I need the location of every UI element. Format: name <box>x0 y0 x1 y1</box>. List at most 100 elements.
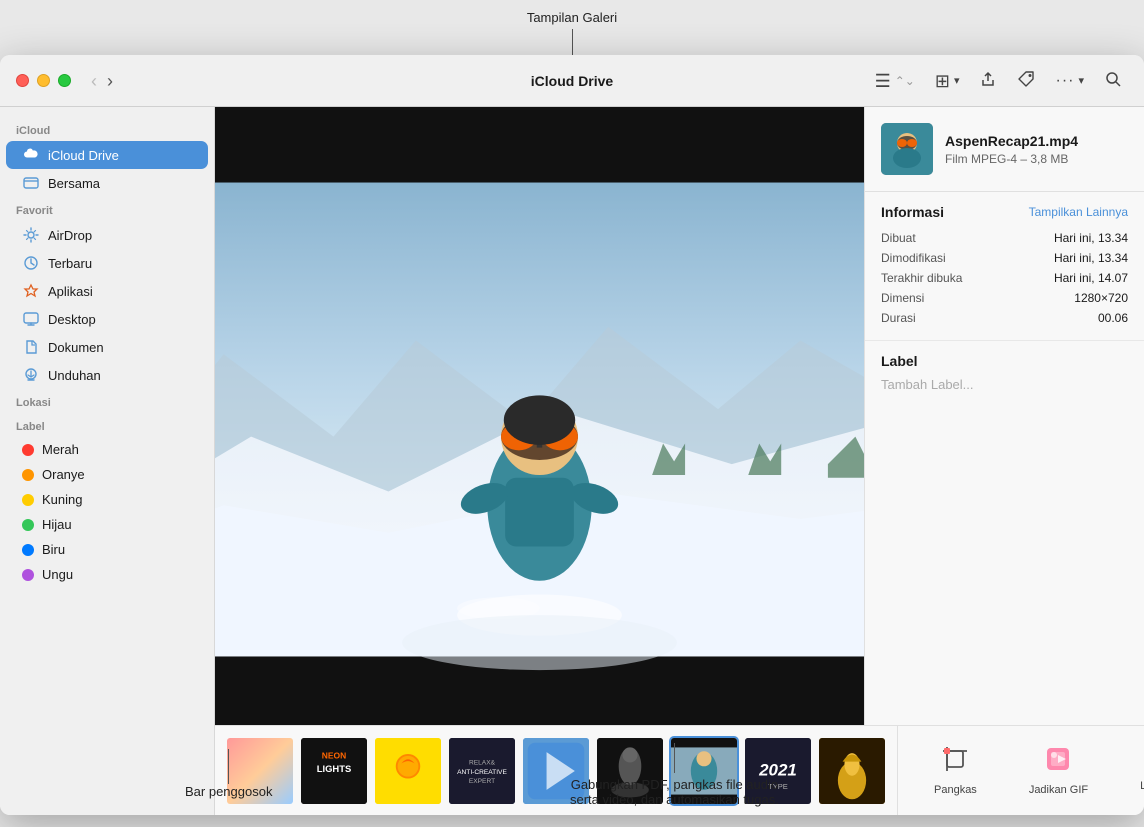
fullscreen-button[interactable] <box>58 74 71 87</box>
window-title: iCloud Drive <box>531 73 613 89</box>
thumb-1-inner <box>227 738 293 804</box>
sidebar-section-lokasi: Lokasi <box>0 389 214 413</box>
group-by-button[interactable]: ⊞ ▾ <box>929 68 966 94</box>
traffic-lights <box>16 74 71 87</box>
dibuat-value: Hari ini, 13.34 <box>1054 231 1128 245</box>
kuning-label: Kuning <box>42 492 82 507</box>
airdrop-icon <box>22 226 40 244</box>
info-row-terakhir-dibuka: Terakhir dibuka Hari ini, 14.07 <box>881 268 1128 288</box>
sidebar-item-oranye[interactable]: Oranye <box>6 462 208 487</box>
jadikan-gif-icon <box>1044 745 1072 779</box>
sidebar-item-ungu[interactable]: Ungu <box>6 562 208 587</box>
bersama-label: Bersama <box>48 176 100 191</box>
more-chevron-icon: ▾ <box>1078 74 1084 87</box>
sidebar-item-aplikasi[interactable]: Aplikasi <box>6 277 208 305</box>
sidebar-item-terbaru[interactable]: Terbaru <box>6 249 208 277</box>
pangkas-button[interactable]: Pangkas <box>918 737 993 804</box>
titlebar: ‹ › iCloud Drive ☰ ⌃⌄ ⊞ ▾ <box>0 55 1144 107</box>
dibuat-label: Dibuat <box>881 231 916 245</box>
file-name: AspenRecap21.mp4 <box>945 132 1078 150</box>
thumbnail-1[interactable] <box>225 736 295 806</box>
dokumen-icon <box>22 338 40 356</box>
tag-button[interactable] <box>1011 66 1041 95</box>
thumb-mini-scene <box>881 123 933 175</box>
dimodifikasi-value: Hari ini, 13.34 <box>1054 251 1128 265</box>
dimodifikasi-label: Dimodifikasi <box>881 251 946 265</box>
file-thumbnail <box>881 123 933 175</box>
share-button[interactable] <box>973 66 1003 95</box>
more-button[interactable]: ··· ▾ <box>1049 68 1090 94</box>
hijau-dot <box>22 519 34 531</box>
terakhir-dibuka-label: Terakhir dibuka <box>881 271 962 285</box>
tampilkan-lainnya-link[interactable]: Tampilkan Lainnya <box>1029 205 1128 219</box>
thumb-6-inner <box>597 738 663 804</box>
thumbnail-7[interactable] <box>669 736 739 806</box>
desktop-label: Desktop <box>48 312 96 327</box>
thumbnail-3[interactable] <box>373 736 443 806</box>
group-chevron-icon: ▾ <box>954 74 960 87</box>
dimensi-value: 1280×720 <box>1074 291 1128 305</box>
jadikan-gif-button[interactable]: Jadikan GIF <box>1013 737 1104 804</box>
thumbnail-2[interactable]: NEON LIGHTS <box>299 736 369 806</box>
info-section-header: Informasi Tampilkan Lainnya <box>881 204 1128 220</box>
thumb-3-inner <box>375 738 441 804</box>
info-section-title: Informasi <box>881 204 944 220</box>
view-chevron-icon: ⌃⌄ <box>895 74 915 88</box>
add-label-field[interactable]: Tambah Label... <box>881 377 1128 392</box>
forward-button[interactable]: › <box>103 70 117 92</box>
file-info-text: AspenRecap21.mp4 Film MPEG-4 – 3,8 MB <box>945 132 1078 166</box>
terakhir-dibuka-value: Hari ini, 14.07 <box>1054 271 1128 285</box>
sidebar-item-kuning[interactable]: Kuning <box>6 487 208 512</box>
thumbnail-6[interactable] <box>595 736 665 806</box>
hijau-label: Hijau <box>42 517 72 532</box>
sidebar-item-bersama[interactable]: Bersama <box>6 169 208 197</box>
view-list-icon: ☰ <box>875 72 891 90</box>
kuning-dot <box>22 494 34 506</box>
thumbnail-8[interactable]: 2021 TYPE <box>743 736 813 806</box>
grid-icon: ⊞ <box>935 72 950 90</box>
merah-dot <box>22 444 34 456</box>
sidebar-item-hijau[interactable]: Hijau <box>6 512 208 537</box>
sidebar-item-dokumen[interactable]: Dokumen <box>6 333 208 361</box>
thumb-8-inner: 2021 TYPE <box>745 738 811 804</box>
lainnya-label: Lainnya... <box>1140 780 1144 792</box>
content-area: iCloud iCloud Drive Bersama Fa <box>0 107 1144 815</box>
info-section-metadata: Informasi Tampilkan Lainnya Dibuat Hari … <box>865 192 1144 341</box>
terbaru-icon <box>22 254 40 272</box>
aplikasi-icon <box>22 282 40 300</box>
sidebar-item-unduhan[interactable]: Unduhan <box>6 361 208 389</box>
merah-label: Merah <box>42 442 79 457</box>
search-button[interactable] <box>1098 66 1128 95</box>
info-row-durasi: Durasi 00.06 <box>881 308 1128 328</box>
minimize-button[interactable] <box>37 74 50 87</box>
svg-text:ANTI-CREATIVE: ANTI-CREATIVE <box>457 768 507 775</box>
lainnya-button[interactable]: ··· Lainnya... <box>1124 741 1144 800</box>
big-preview[interactable] <box>215 107 864 725</box>
terbaru-label: Terbaru <box>48 256 92 271</box>
close-button[interactable] <box>16 74 29 87</box>
pangkas-label: Pangkas <box>934 784 977 796</box>
unduhan-icon <box>22 366 40 384</box>
sidebar-item-desktop[interactable]: Desktop <box>6 305 208 333</box>
thumb-7-inner <box>671 738 737 804</box>
thumbnail-9[interactable] <box>817 736 887 806</box>
thumbnail-5[interactable] <box>521 736 591 806</box>
sidebar-item-biru[interactable]: Biru <box>6 537 208 562</box>
view-toggle-button[interactable]: ☰ ⌃⌄ <box>869 68 921 94</box>
file-meta: Film MPEG-4 – 3,8 MB <box>945 152 1078 166</box>
info-row-dimodifikasi: Dimodifikasi Hari ini, 13.34 <box>881 248 1128 268</box>
icloud-drive-icon <box>22 146 40 164</box>
sidebar-section-icloud: iCloud <box>0 117 214 141</box>
back-button[interactable]: ‹ <box>87 70 101 92</box>
preview-scene <box>215 107 864 725</box>
share-icon <box>979 70 997 91</box>
sidebar-section-label: Label <box>0 413 214 437</box>
thumbnail-4[interactable]: RELAX& ANTI-CREATIVE EXPERT <box>447 736 517 806</box>
biru-label: Biru <box>42 542 65 557</box>
tag-icon <box>1017 70 1035 91</box>
biru-dot <box>22 544 34 556</box>
sidebar-item-icloud-drive[interactable]: iCloud Drive <box>6 141 208 169</box>
sidebar-item-merah[interactable]: Merah <box>6 437 208 462</box>
svg-text:2021: 2021 <box>758 760 797 779</box>
sidebar-item-airdrop[interactable]: AirDrop <box>6 221 208 249</box>
